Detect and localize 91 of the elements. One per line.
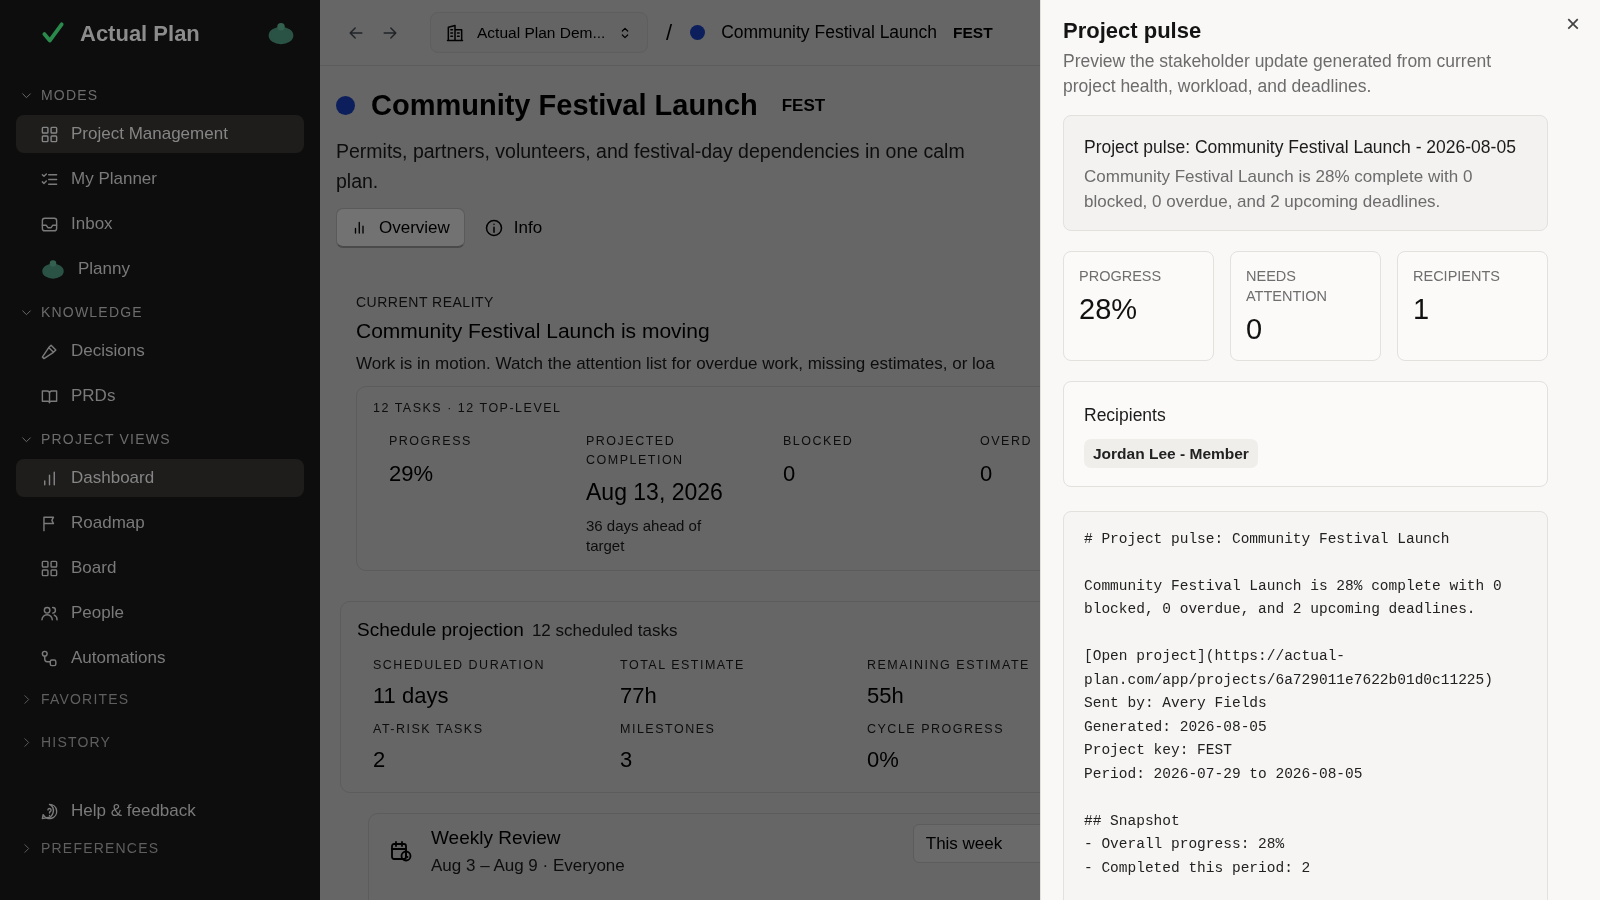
summary-text: Community Festival Launch is 28% complete with 0 blocked, 0 overdue, and 2 upcoming deadlines. <box>1084 166 1474 214</box>
card-title: Weekly Review <box>431 825 562 850</box>
stat-value: 3 <box>620 745 634 774</box>
project-key: FEST <box>953 20 993 45</box>
stat-value: 0 <box>783 459 797 488</box>
grid-icon <box>40 558 59 578</box>
tab[interactable]: Overview <box>336 207 465 248</box>
stat-label: TOTAL ESTIMATE <box>620 657 746 675</box>
card-title: Recipients <box>1084 404 1167 428</box>
metric-value: 1 <box>1413 292 1431 328</box>
markdown-line: Sent by: Avery Fields <box>1084 694 1268 714</box>
stat-label: OVERD <box>980 432 1033 450</box>
stat-label: PROGRESS <box>389 432 473 450</box>
markdown-line: Community Festival Launch is 28% complete with 0 blocked, 0 overdue, and 2 upcoming deadlines. <box>1084 576 1503 620</box>
breadcrumb-link[interactable]: Community Festival Launch <box>721 19 938 46</box>
section-header[interactable]: HISTORY <box>20 731 304 753</box>
markdown-line: - Overall progress: 28% <box>1084 835 1286 855</box>
stat-label: MILESTONES <box>620 721 717 738</box>
stat-value: 2 <box>373 745 387 774</box>
markdown-line: Generated: 2026-08-05 <box>1084 717 1268 737</box>
tab[interactable]: Info <box>468 207 558 248</box>
stat-label: PROJECTED COMPLETION <box>586 432 685 469</box>
section-header[interactable]: PROJECT VIEWS <box>20 428 304 450</box>
stat-label: CYCLE PROGRESS <box>867 721 1005 738</box>
task-count: 12 TASKS · 12 TOP-LEVEL <box>373 400 563 417</box>
range-dropdown[interactable]: This week <box>912 823 1040 864</box>
stat-label: BLOCKED <box>783 432 855 450</box>
metric-value: 0 <box>1246 312 1264 348</box>
sidebar-item[interactable]: People <box>16 594 304 632</box>
stat-value: 0 <box>980 459 994 488</box>
calendar-icon <box>389 839 413 864</box>
card-subtitle: 12 scheduled tasks <box>531 619 678 642</box>
stat-value: 55h <box>867 682 905 710</box>
stat-label: REMAINING ESTIMATE <box>867 657 1031 675</box>
info-icon <box>483 217 504 238</box>
grid-icon <box>40 124 59 144</box>
markdown-line: - Completed this period: 2 <box>1084 858 1312 878</box>
markdown-line: # Project pulse: Community Festival Launch <box>1084 529 1451 549</box>
close-button[interactable]: × <box>1562 10 1584 38</box>
drawer-title: Project pulse <box>1063 17 1203 45</box>
sidebar-item[interactable]: Planny <box>16 250 304 288</box>
workflow-icon <box>40 648 59 668</box>
stat-note: 36 days ahead of target <box>586 515 703 556</box>
drawer-description: Preview the stakeholder update generated from current project health, workload, and deadlines. <box>1063 50 1493 98</box>
section-label: CURRENT REALITY <box>356 293 495 312</box>
project-key: FEST <box>781 93 826 119</box>
project-color-dot <box>336 96 355 116</box>
sidebar-item[interactable]: My Planner <box>16 160 304 198</box>
sidebar-item[interactable]: Board <box>16 549 304 587</box>
app-name: Actual Plan <box>80 19 200 48</box>
sidebar-item[interactable]: Automations <box>16 639 304 677</box>
sidebar-item[interactable]: Decisions <box>16 332 304 370</box>
status-text: Work is in motion. Watch the attention list for overdue work, missing estimates, or loa <box>356 352 996 375</box>
sidebar-item[interactable]: Dashboard <box>16 459 304 497</box>
project-title: Community Festival Launch <box>371 88 758 123</box>
stat-value: Aug 13, 2026 <box>586 478 724 508</box>
section-header[interactable]: MODES <box>20 84 304 106</box>
project-description: Permits, partners, volunteers, and festival-day dependencies in one calm plan. <box>336 138 966 194</box>
inbox-icon <box>40 214 59 234</box>
markdown-line: Project key: FEST <box>1084 741 1233 761</box>
project-color-dot <box>690 25 706 40</box>
stat-label: AT-RISK TASKS <box>373 721 485 738</box>
recipient-tag: Jordan Lee - Member <box>1084 438 1258 468</box>
metric-label: RECIPIENTS <box>1413 267 1501 287</box>
section-header[interactable]: KNOWLEDGE <box>20 301 304 323</box>
sidebar-item[interactable]: Help & feedback <box>16 792 304 830</box>
markdown-line: [Open project](https://actual-plan.com/app/projects/6a729011e7622b01d0c11225) <box>1084 647 1494 690</box>
metric-value: 28% <box>1079 292 1139 328</box>
markdown-line: ## Snapshot <box>1084 811 1181 831</box>
stat-value: 0% <box>867 745 900 774</box>
sidebar-item[interactable]: Inbox <box>16 205 304 243</box>
card-subtitle: Aug 3 – Aug 9 · Everyone <box>431 855 625 878</box>
stat-value: 11 days <box>373 682 450 710</box>
section-heading: Community Festival Launch is moving <box>356 318 711 344</box>
stat-value: 77h <box>620 682 658 710</box>
markdown-line: Period: 2026-07-29 to 2026-08-05 <box>1084 764 1364 784</box>
building-icon <box>445 22 465 43</box>
card-title: Schedule projection <box>357 617 524 642</box>
summary-title: Project pulse: Community Festival Launch - 2026-08-05 <box>1084 136 1517 159</box>
section-header[interactable]: PREFERENCES <box>20 837 304 859</box>
section-header[interactable]: FAVORITES <box>20 688 304 710</box>
sidebar-item[interactable]: Roadmap <box>16 504 304 542</box>
metric-label: NEEDS ATTENTION <box>1246 267 1329 307</box>
sidebar-item[interactable]: Project Management <box>16 115 304 153</box>
breadcrumb-separator: / <box>666 19 673 47</box>
sidebar-item[interactable]: PRDs <box>16 377 304 415</box>
metric-label: PROGRESS <box>1079 267 1163 287</box>
workspace-selector[interactable]: Actual Plan Dem... <box>430 11 648 54</box>
stat-label: SCHEDULED DURATION <box>373 657 546 675</box>
stat-value: 29% <box>389 459 435 488</box>
check-icon <box>40 20 66 46</box>
